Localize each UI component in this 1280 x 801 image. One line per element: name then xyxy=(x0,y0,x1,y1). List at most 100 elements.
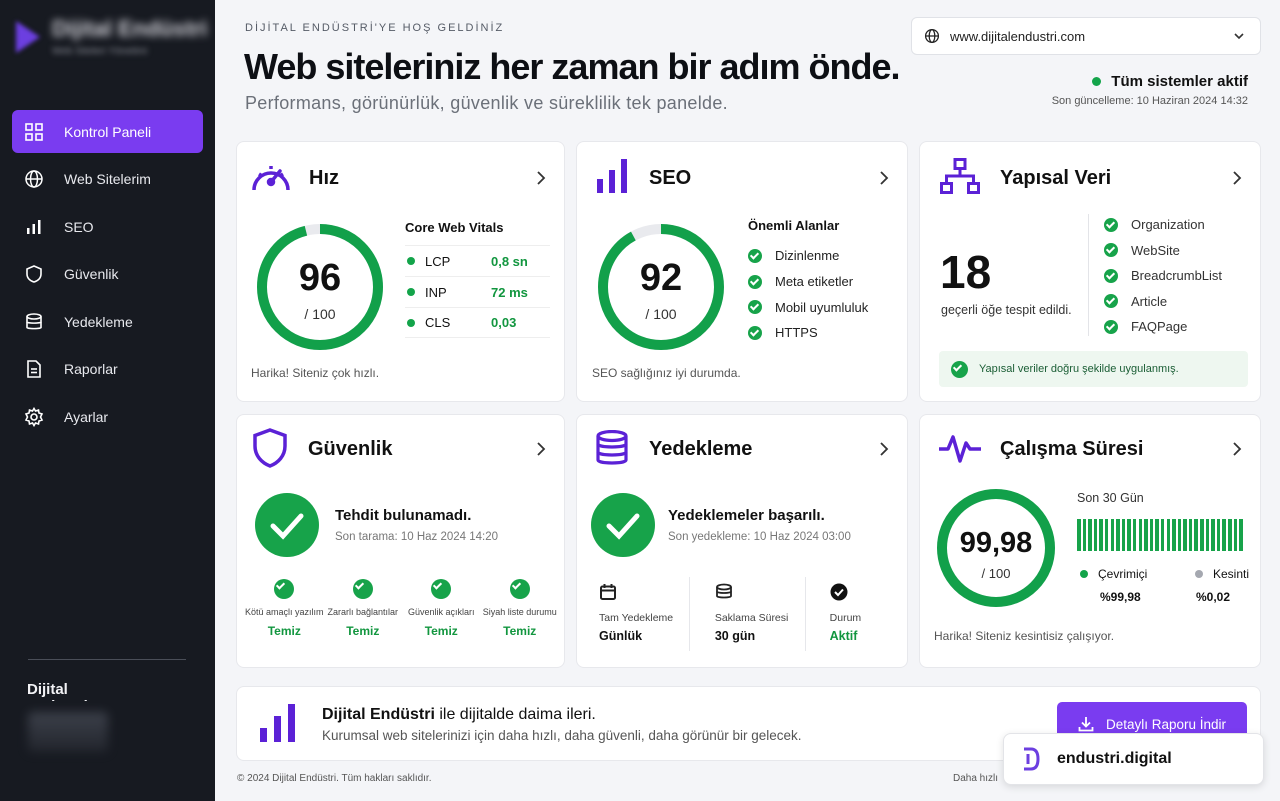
structured-data-card[interactable]: Yapısal Veri 18 geçerli öğe tespit edild… xyxy=(919,141,1261,402)
chevron-right-icon[interactable] xyxy=(879,441,889,457)
backup-last: Son yedekleme: 10 Haz 2024 03:00 xyxy=(668,531,851,543)
welcome-text: DİJİTAL ENDÜSTRİ'YE HOŞ GELDİNİZ xyxy=(245,22,505,34)
copyright: © 2024 Dijital Endüstri. Tüm hakları sak… xyxy=(237,773,432,784)
check-icon xyxy=(748,274,762,289)
uptime-legend-labels: Çevrimiçi Kesinti xyxy=(1080,567,1250,581)
sidebar-item-yedekleme[interactable]: Yedekleme xyxy=(12,300,203,343)
sidebar-item-raporlar[interactable]: Raporlar xyxy=(12,348,203,391)
backup-stat-value: Günlük xyxy=(599,629,643,643)
sidebar-item-ayarlar[interactable]: Ayarlar xyxy=(12,395,203,438)
download-icon xyxy=(1078,717,1094,732)
security-check-value: Temiz xyxy=(346,624,380,638)
security-checks: Kötü amaçlı yazılım Temiz Zararlı bağlan… xyxy=(245,579,559,638)
uptime-period: Son 30 Gün xyxy=(1077,491,1144,505)
uptime-day-bar xyxy=(1188,519,1193,551)
security-check-label: Zararlı bağlantılar xyxy=(327,607,399,617)
security-title: Güvenlik xyxy=(308,438,393,460)
structured-count: 18 xyxy=(940,246,992,298)
uptime-day-bar xyxy=(1233,519,1238,551)
uptime-card[interactable]: Çalışma Süresi 99,98 / 100 Son 30 Gün Çe… xyxy=(919,414,1261,668)
sidebar-item-seo[interactable]: SEO xyxy=(12,205,203,248)
structured-banner-text: Yapısal veriler doğru şekilde uygulanmış… xyxy=(979,363,1179,375)
uptime-day-bar xyxy=(1205,519,1210,551)
uptime-bars xyxy=(1077,519,1243,551)
endustri-digital-badge[interactable]: endustri.digital xyxy=(1003,733,1264,785)
uptime-day-bar xyxy=(1228,519,1232,551)
uptime-day-bar xyxy=(1088,519,1092,551)
uptime-day-bar xyxy=(1172,519,1176,551)
uptime-day-bar xyxy=(1239,519,1243,551)
shield-icon xyxy=(26,265,42,283)
footer-right-text: Daha hızlı xyxy=(953,773,999,784)
seo-card[interactable]: SEO 92 / 100 Önemli Alanlar Dizinlenme M… xyxy=(576,141,908,402)
vital-value: 72 ms xyxy=(491,284,528,300)
status-dot xyxy=(407,318,415,327)
uptime-day-bar xyxy=(1155,519,1159,551)
vital-row-cls: CLS 0,03 xyxy=(405,307,550,338)
page-title: Web siteleriniz her zaman bir adım önde. xyxy=(244,46,900,87)
security-check-label: Siyah liste durumu xyxy=(482,607,557,617)
sidebar-item-label: Raporlar xyxy=(64,361,118,377)
speed-card[interactable]: Hız 96 / 100 Core Web Vitals LCP 0,8 sn I… xyxy=(236,141,565,402)
chevron-right-icon[interactable] xyxy=(536,441,546,457)
uptime-day-bar xyxy=(1177,519,1182,551)
seo-areas-list: Dizinlenme Meta etiketler Mobil uyumlulu… xyxy=(748,243,868,346)
uptime-day-bar xyxy=(1104,519,1109,551)
backup-title: Yedekleme xyxy=(649,438,753,460)
security-headline: Tehdit bulunamadı. xyxy=(335,507,472,524)
uptime-day-bar xyxy=(1093,519,1098,551)
check-icon xyxy=(509,579,530,599)
vital-name: LCP xyxy=(425,253,451,269)
backup-stats: Tam Yedekleme Günlük Saklama Süresi 30 g… xyxy=(591,577,895,651)
pulse-icon xyxy=(939,435,981,463)
chevron-right-icon[interactable] xyxy=(879,170,889,186)
vital-row-lcp: LCP 0,8 sn xyxy=(405,245,550,276)
structured-item-label: BreadcrumbList xyxy=(1131,268,1223,284)
check-icon xyxy=(951,360,968,378)
chevron-right-icon[interactable] xyxy=(1232,170,1242,186)
document-icon xyxy=(27,360,41,378)
check-icon xyxy=(1104,294,1118,309)
backup-card[interactable]: Yedekleme Yedeklemeler başarılı. Son yed… xyxy=(576,414,908,668)
backup-headline: Yedeklemeler başarılı. xyxy=(668,507,825,524)
uptime-day-bar xyxy=(1138,519,1143,551)
badge-label: endustri.digital xyxy=(1057,750,1172,767)
sidebar-item-label: Güvenlik xyxy=(64,266,119,282)
structured-item-label: FAQPage xyxy=(1131,319,1188,335)
sidebar-item-guvenlik[interactable]: Güvenlik xyxy=(12,253,203,296)
uptime-online-value: %99,98 xyxy=(1100,590,1141,604)
globe-icon xyxy=(924,28,940,44)
speedometer-icon xyxy=(252,166,290,191)
uptime-day-bar xyxy=(1160,519,1165,551)
chevron-right-icon[interactable] xyxy=(536,170,546,186)
grid-icon xyxy=(25,122,43,141)
endustri-logo-icon xyxy=(1024,747,1040,771)
seo-area-label: Meta etiketler xyxy=(775,274,854,290)
uptime-day-bar xyxy=(1121,519,1126,551)
structured-banner: Yapısal veriler doğru şekilde uygulanmış… xyxy=(939,351,1248,387)
chevron-right-icon[interactable] xyxy=(1232,441,1242,457)
logo[interactable]: Dijital Endüstri Web Siteleri Yönetimi xyxy=(14,16,207,57)
sidebar-item-kontrol-paneli[interactable]: Kontrol Paneli xyxy=(12,110,203,153)
backup-stat-value: 30 gün xyxy=(714,629,756,643)
uptime-day-bar xyxy=(1127,519,1131,551)
sidebar-item-web-sitelerim[interactable]: Web Sitelerim xyxy=(12,158,203,201)
check-icon xyxy=(1104,319,1118,334)
backup-stat: Durum Aktif xyxy=(806,577,895,651)
uptime-day-bar xyxy=(1099,519,1103,551)
check-icon xyxy=(352,579,373,599)
security-check-icon xyxy=(255,493,319,557)
structured-items: Organization WebSite BreadcrumbList Arti… xyxy=(1104,212,1222,340)
uptime-day-bar xyxy=(1149,519,1154,551)
seo-area-label: HTTPS xyxy=(775,325,818,341)
uptime-title: Çalışma Süresi xyxy=(1000,438,1144,460)
security-check-item: Siyah liste durumu Temiz xyxy=(481,579,559,638)
uptime-max: / 100 xyxy=(981,566,1011,581)
sidebar-item-label: Yedekleme xyxy=(64,313,133,330)
legend-downtime: Kesinti xyxy=(1194,567,1249,581)
check-icon xyxy=(1104,243,1118,258)
security-card[interactable]: Güvenlik Tehdit bulunamadı. Son tarama: … xyxy=(236,414,565,668)
speed-note: Harika! Siteniz çok hızlı. xyxy=(251,366,380,380)
list-item: Dizinlenme xyxy=(748,243,868,269)
domain-selector[interactable]: www.dijitalendustri.com xyxy=(911,17,1261,55)
